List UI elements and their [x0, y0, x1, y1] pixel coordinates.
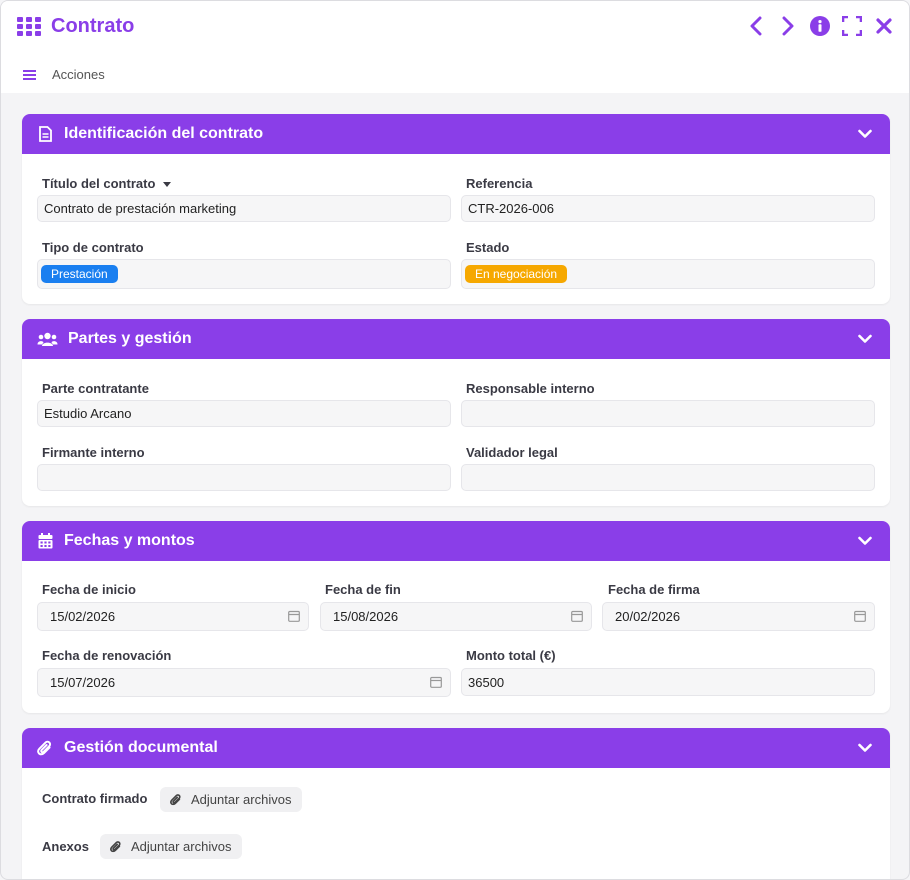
- section-identificacion: Identificación del contrato Título del c…: [22, 114, 890, 304]
- fin-value: 15/08/2026: [333, 609, 399, 624]
- info-icon[interactable]: [809, 15, 831, 37]
- caret-down-icon[interactable]: [163, 182, 172, 188]
- fin-field[interactable]: 15/08/2026: [320, 602, 592, 631]
- chevron-right-icon[interactable]: [777, 15, 799, 37]
- inicio-label: Fecha de inicio: [42, 582, 136, 597]
- window-controls: [745, 15, 895, 37]
- tipo-badge: Prestación: [41, 265, 118, 283]
- calendar-icon[interactable]: [571, 610, 583, 625]
- chevron-down-icon[interactable]: [858, 533, 872, 551]
- firma-label: Fecha de firma: [608, 582, 700, 597]
- actions-menu-label[interactable]: Acciones: [52, 67, 105, 82]
- estado-field[interactable]: En negociación: [461, 259, 875, 289]
- apps-grid-icon[interactable]: [17, 17, 41, 37]
- firmante-label: Firmante interno: [42, 445, 145, 460]
- firma-value: 20/02/2026: [615, 609, 681, 624]
- section-fechas: Fechas y montos Fecha de inicio 15/02/20…: [22, 521, 890, 713]
- parte-label: Parte contratante: [42, 381, 149, 396]
- attach-label: Adjuntar archivos: [191, 792, 292, 807]
- calendar-icon[interactable]: [430, 676, 442, 691]
- calendar-icon[interactable]: [854, 610, 866, 625]
- section-identificacion-header[interactable]: Identificación del contrato: [22, 114, 890, 154]
- tipo-field[interactable]: Prestación: [37, 259, 451, 289]
- titulo-label: Título del contrato: [42, 176, 172, 191]
- chevron-down-icon[interactable]: [858, 126, 872, 144]
- fin-label: Fecha de fin: [325, 582, 401, 597]
- section-documental-header[interactable]: Gestión documental: [22, 728, 890, 768]
- document-icon: [36, 125, 54, 143]
- chevron-down-icon[interactable]: [858, 331, 872, 349]
- firma-field[interactable]: 20/02/2026: [602, 602, 875, 631]
- responsable-field[interactable]: [461, 400, 875, 427]
- section-title: Fechas y montos: [64, 532, 195, 549]
- validador-field[interactable]: [461, 464, 875, 491]
- validador-label: Validador legal: [466, 445, 558, 460]
- monto-label: Monto total (€): [466, 648, 556, 663]
- chevron-down-icon[interactable]: [858, 740, 872, 758]
- inicio-value: 15/02/2026: [50, 609, 116, 624]
- contract-window: Contrato Acciones Identificación del con…: [0, 0, 910, 880]
- referencia-label: Referencia: [466, 176, 533, 191]
- parte-field[interactable]: Estudio Arcano: [37, 400, 451, 427]
- titulo-field[interactable]: Contrato de prestación marketing: [37, 195, 451, 222]
- users-icon: [36, 330, 58, 348]
- actions-menu[interactable]: Acciones: [23, 67, 105, 82]
- section-fechas-header[interactable]: Fechas y montos: [22, 521, 890, 561]
- close-icon[interactable]: [873, 15, 895, 37]
- renovacion-value: 15/07/2026: [50, 675, 116, 690]
- tipo-label: Tipo de contrato: [42, 240, 144, 255]
- status-badge: En negociación: [465, 265, 568, 283]
- renovacion-label: Fecha de renovación: [42, 648, 172, 663]
- section-partes-header[interactable]: Partes y gestión: [22, 319, 890, 359]
- section-title: Partes y gestión: [68, 330, 192, 347]
- attach-anexos-button[interactable]: Adjuntar archivos: [100, 834, 243, 859]
- section-documental: Gestión documental Contrato firmado Adju…: [22, 728, 890, 879]
- firmado-label: Contrato firmado: [42, 791, 148, 806]
- paperclip-icon: [110, 840, 121, 852]
- chevron-left-icon[interactable]: [745, 15, 767, 37]
- paperclip-icon: [36, 739, 54, 757]
- section-title: Gestión documental: [64, 739, 218, 756]
- section-title: Identificación del contrato: [64, 125, 264, 142]
- estado-label: Estado: [466, 240, 510, 255]
- inicio-field[interactable]: 15/02/2026: [37, 602, 309, 631]
- anexos-label: Anexos: [42, 839, 89, 854]
- attach-label: Adjuntar archivos: [131, 839, 232, 854]
- attach-firmado-button[interactable]: Adjuntar archivos: [160, 787, 303, 812]
- responsable-label: Responsable interno: [466, 381, 595, 396]
- hamburger-icon[interactable]: [23, 69, 36, 81]
- fullscreen-icon[interactable]: [841, 15, 863, 37]
- referencia-field[interactable]: CTR-2026-006: [461, 195, 875, 222]
- firmante-field[interactable]: [37, 464, 451, 491]
- calendar-icon: [36, 532, 54, 550]
- page-title: Contrato: [51, 15, 135, 37]
- calendar-icon[interactable]: [288, 610, 300, 625]
- paperclip-icon: [170, 793, 181, 805]
- header-bar: Contrato Acciones: [1, 1, 909, 93]
- section-partes: Partes y gestión Parte contratante Estud…: [22, 319, 890, 506]
- renovacion-field[interactable]: 15/07/2026: [37, 668, 451, 697]
- monto-field[interactable]: 36500: [461, 668, 875, 696]
